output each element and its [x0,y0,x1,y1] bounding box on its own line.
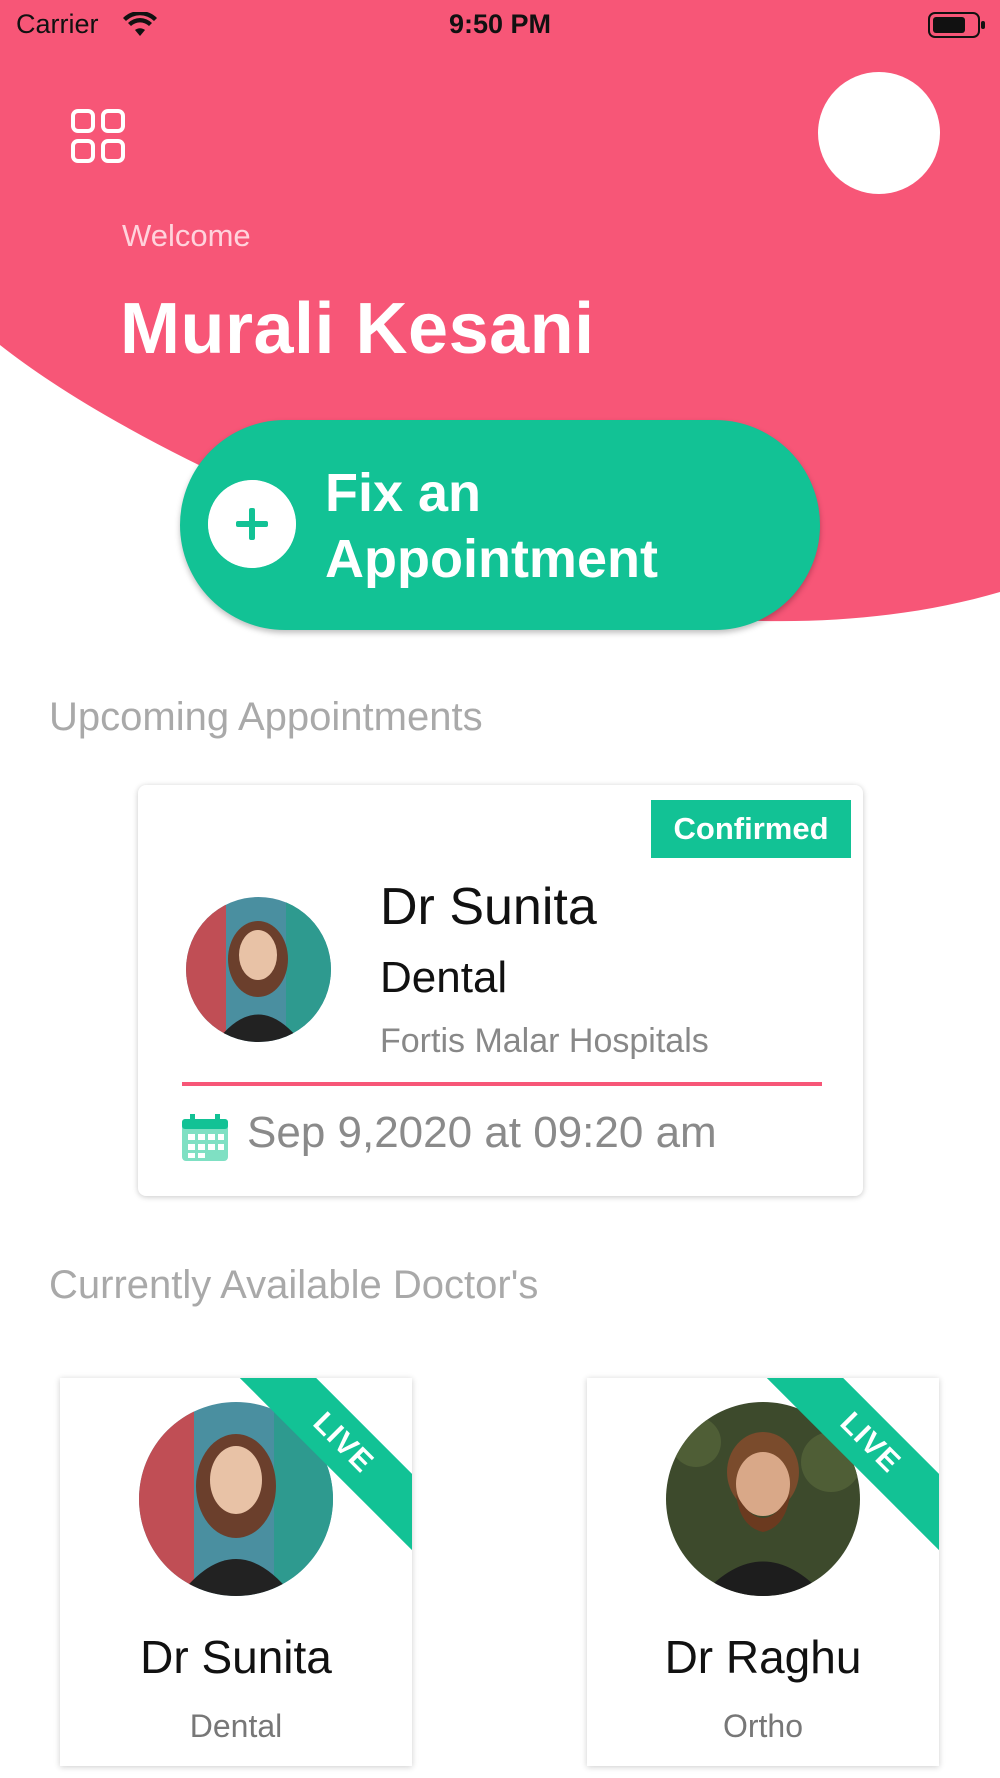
status-time: 9:50 PM [448,9,552,39]
user-name: Murali Kesani [120,289,595,369]
doctor-name: Dr Raghu [664,1631,862,1683]
calendar-icon [182,1114,228,1161]
plus-icon [208,480,296,568]
fix-appointment-line2: Appointment [325,529,658,589]
appointment-datetime: Sep 9,2020 at 09:20 am [247,1108,717,1157]
battery-icon [928,12,985,38]
doctor-specialty: Ortho [722,1708,804,1744]
doctor-card-sunita[interactable]: LIVE Dr Sunita Dental [60,1378,412,1766]
fix-appointment-button[interactable]: Fix an Appointment [180,420,820,630]
welcome-label: Welcome [122,218,251,253]
fix-appointment-line1: Fix an [325,463,482,523]
status-badge: Confirmed [651,800,851,858]
doctor-card-raghu[interactable]: LIVE Dr Raghu Ortho [587,1378,939,1766]
profile-avatar[interactable] [818,72,940,194]
appointment-card[interactable]: Confirmed Dr Sunita Dental Fortis Malar … [138,785,863,1196]
status-bar: Carrier 9:50 PM [0,0,1000,52]
appointment-doctor-name: Dr Sunita [380,878,597,936]
available-section-title: Currently Available Doctor's [49,1263,539,1307]
appointment-divider [182,1082,822,1086]
doctor-specialty: Dental [189,1708,283,1744]
fix-appointment-label: Fix an Appointment [325,460,658,592]
doctor-avatar [186,897,331,1042]
upcoming-section-title: Upcoming Appointments [49,695,483,739]
grid-menu-icon[interactable] [70,108,126,164]
appointment-specialty: Dental [380,953,508,1002]
appointment-hospital: Fortis Malar Hospitals [380,1022,709,1060]
doctor-name: Dr Sunita [140,1631,332,1683]
